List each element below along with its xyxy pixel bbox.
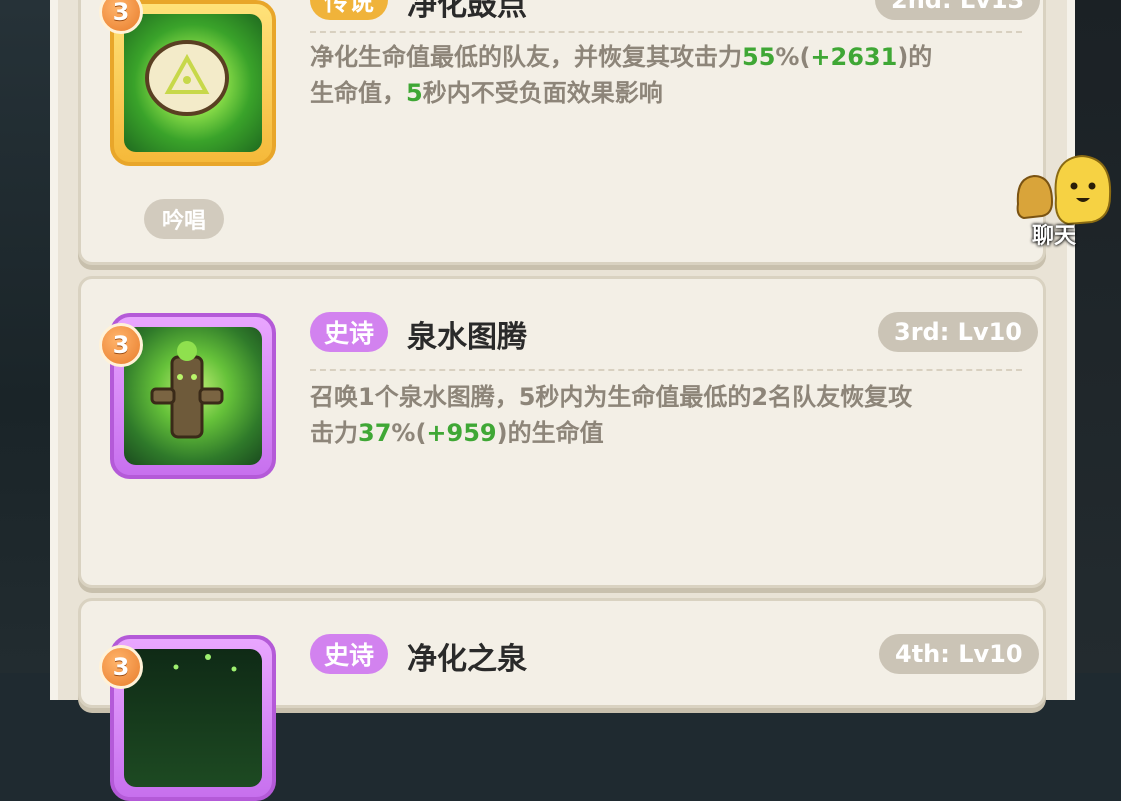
skill-description: 召唤1个泉水图腾，5秒内为生命值最低的2名队友恢复攻 击力37%(+959)的生… <box>310 379 1035 451</box>
divider <box>310 369 1022 371</box>
rarity-tag: 史诗 <box>310 634 389 674</box>
rank-level-pill: 2nd: Lv13 <box>875 0 1041 20</box>
rank-level-pill: 3rd: Lv10 <box>878 312 1039 352</box>
description-line-1: 净化生命值最低的队友，并恢复其攻击力55%(+2631)的 <box>310 43 933 71</box>
rarity-tag: 史诗 <box>310 312 389 352</box>
drum-rune-icon <box>124 14 262 152</box>
rank-level-pill: 4th: Lv10 <box>879 634 1039 674</box>
description-line-2: 击力37%(+959)的生命值 <box>310 419 604 447</box>
skill-level-badge: 3 <box>99 645 143 689</box>
totem-icon <box>124 327 262 465</box>
skill-card-1[interactable]: 3 传说 净化鼓点 2nd: Lv13 净化生命值最低的队友，并恢复其攻击力55… <box>78 0 1046 265</box>
rarity-tag: 传说 <box>310 0 389 20</box>
skill-level-badge: 3 <box>99 323 143 367</box>
description-line-2: 生命值，5秒内不受负面效果影响 <box>310 79 663 107</box>
fountain-icon <box>124 649 262 787</box>
skill-description: 净化生命值最低的队友，并恢复其攻击力55%(+2631)的 生命值，5秒内不受负… <box>310 39 1030 111</box>
skill-card-2[interactable]: 3 史诗 泉水图腾 3rd: Lv10 召唤1个泉水图腾，5秒内为生命值最低的2… <box>78 276 1046 588</box>
skill-name: 泉水图腾 <box>407 320 527 355</box>
divider <box>310 31 1022 33</box>
skill-name: 净化之泉 <box>407 642 527 677</box>
chat-label: 聊天 <box>1032 224 1077 249</box>
skill-name: 净化鼓点 <box>407 0 527 23</box>
skill-card-3[interactable]: 3 史诗 净化之泉 4th: Lv10 <box>78 598 1046 801</box>
chat-button[interactable]: 聊天 <box>1012 152 1121 252</box>
description-line-1: 召唤1个泉水图腾，5秒内为生命值最低的2名队友恢复攻 <box>310 383 913 411</box>
cast-type-tag: 吟唱 <box>144 199 225 239</box>
